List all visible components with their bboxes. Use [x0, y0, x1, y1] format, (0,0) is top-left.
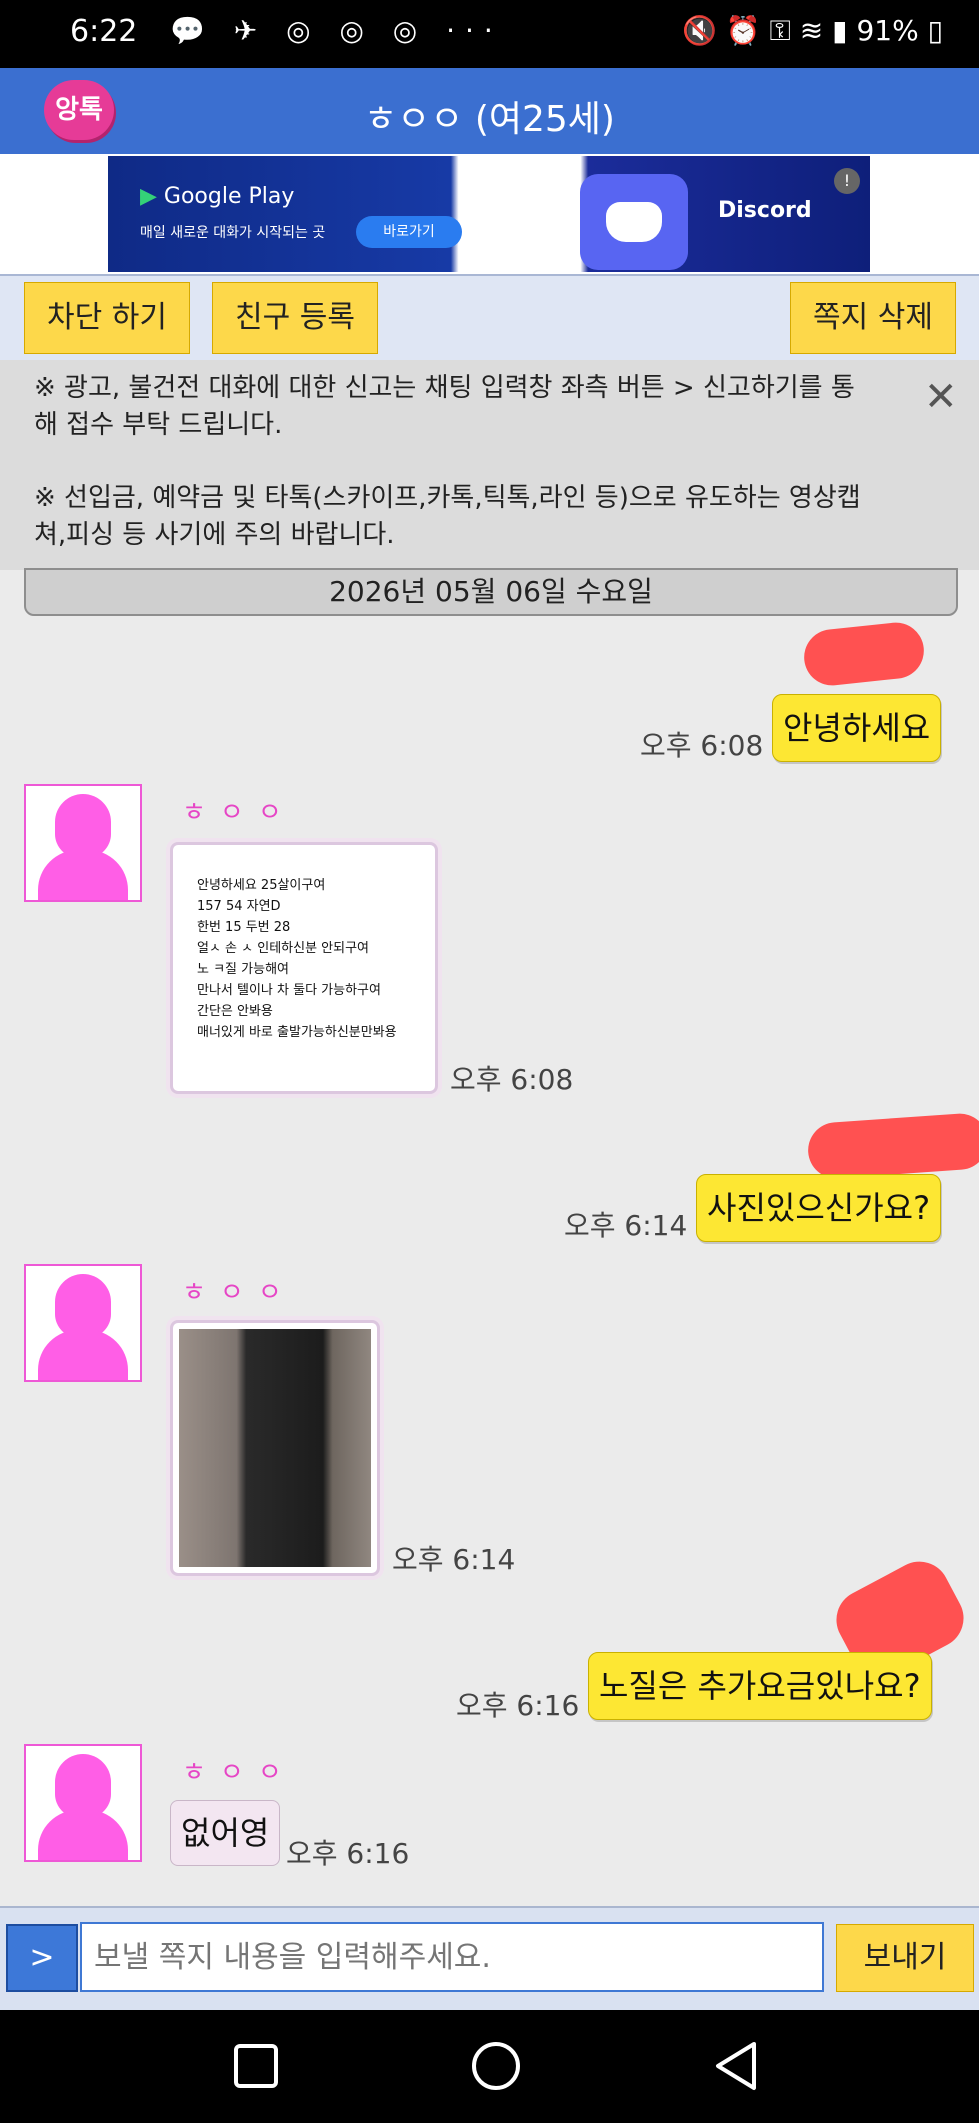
- avatar-body: [38, 1810, 128, 1860]
- home-icon[interactable]: [470, 2040, 522, 2092]
- avatar-head: [55, 1754, 111, 1818]
- menu-toggle-button[interactable]: >: [6, 1924, 78, 1992]
- ad-container: ▶ Google Play 매일 새로운 대화가 시작되는 곳 바로가기 Dis…: [0, 154, 979, 274]
- image-text: 안녕하세요 25살이구여 157 54 자연D 한번 15 두번 28 얼ㅅ 손…: [197, 878, 397, 1040]
- message-time: 오후 6:08: [640, 729, 764, 762]
- photo-image: [179, 1329, 371, 1567]
- date-divider: 2026년 05월 06일 수요일: [24, 568, 958, 616]
- key-icon: ⚿: [769, 14, 791, 47]
- partner-avatar[interactable]: [24, 1744, 142, 1862]
- partner-message-bubble: 없어영: [170, 1800, 281, 1866]
- my-message-bubble: 안녕하세요: [772, 694, 942, 762]
- my-message-bubble: 사진있으신가요?: [696, 1174, 942, 1242]
- mute-icon: 🔇: [681, 14, 717, 47]
- ad-cta-button[interactable]: 바로가기: [356, 216, 462, 248]
- redaction-scribble: [801, 619, 927, 689]
- ad-subtitle: 매일 새로운 대화가 시작되는 곳: [140, 225, 326, 241]
- my-message-bubble: 노질은 추가요금있나요?: [588, 1652, 932, 1720]
- status-right: 🔇 ⏰ ⚿ ≋ ▮ 91% ▯: [682, 14, 943, 48]
- delete-message-button[interactable]: 쪽지 삭제: [790, 282, 956, 354]
- message-time: 오후 6:16: [456, 1689, 580, 1722]
- system-nav-bar: [0, 2010, 979, 2123]
- discord-icon: [580, 174, 688, 270]
- battery-icon: ▯: [927, 14, 943, 47]
- close-icon[interactable]: ✕: [924, 374, 958, 420]
- notification-icons: 💬 ✈ ◎ ◎ ◎ ···: [170, 14, 503, 47]
- back-icon[interactable]: [710, 2040, 762, 2092]
- ad-banner[interactable]: ▶ Google Play 매일 새로운 대화가 시작되는 곳 바로가기 Dis…: [108, 156, 870, 272]
- message-input-bar: > 보내기: [0, 1906, 979, 2012]
- app-header: ㅎㅇㅇ (여25세) 앙톡: [0, 68, 979, 154]
- report-notice: ※ 광고, 불건전 대화에 대한 신고는 채팅 입력창 좌측 버튼 > 신고하기…: [34, 373, 855, 440]
- status-time: 6:22: [70, 14, 138, 49]
- redaction-scribble: [806, 1111, 979, 1181]
- scam-notice: ※ 선입금, 예약금 및 타톡(스카이프,카톡,틱톡,라인 등)으로 유도하는 …: [34, 483, 861, 550]
- message-input[interactable]: [80, 1922, 824, 1992]
- message-time: 오후 6:16: [286, 1837, 410, 1870]
- signal-icon: ▮: [832, 14, 848, 47]
- wifi-icon: ≋: [799, 14, 824, 47]
- ad-info-icon[interactable]: !: [834, 168, 860, 194]
- partner-nickname: ㅎㅇㅇ: [182, 1758, 296, 1788]
- ad-store-name: ▶ Google Play: [140, 184, 295, 209]
- warning-notice: ※ 광고, 불건전 대화에 대한 신고는 채팅 입력창 좌측 버튼 > 신고하기…: [0, 360, 979, 570]
- partner-avatar[interactable]: [24, 1264, 142, 1382]
- avatar-head: [55, 1274, 111, 1338]
- status-bar: 6:22 💬 ✈ ◎ ◎ ◎ ··· 🔇 ⏰ ⚿ ≋ ▮ 91% ▯: [0, 0, 979, 68]
- action-bar: 차단 하기 친구 등록 쪽지 삭제: [0, 274, 979, 362]
- photo-message[interactable]: [170, 1320, 380, 1576]
- message-time: 오후 6:14: [564, 1209, 688, 1242]
- partner-nickname: ㅎㅇㅇ: [182, 798, 296, 828]
- message-time: 오후 6:08: [450, 1063, 574, 1096]
- image-message[interactable]: 안녕하세요 25살이구여 157 54 자연D 한번 15 두번 28 얼ㅅ 손…: [170, 842, 438, 1094]
- partner-avatar[interactable]: [24, 784, 142, 902]
- avatar-body: [38, 1330, 128, 1380]
- chat-partner-title: ㅎㅇㅇ (여25세): [364, 99, 615, 140]
- avatar-head: [55, 794, 111, 858]
- alarm-icon: ⏰: [725, 14, 761, 47]
- recents-icon[interactable]: [230, 2040, 282, 2092]
- partner-nickname: ㅎㅇㅇ: [182, 1278, 296, 1308]
- send-button[interactable]: 보내기: [836, 1924, 974, 1992]
- ad-brand: Discord: [718, 198, 812, 223]
- message-time: 오후 6:14: [392, 1543, 516, 1576]
- discord-face-shape: [606, 202, 662, 242]
- avatar-body: [38, 850, 128, 900]
- add-friend-button[interactable]: 친구 등록: [212, 282, 378, 354]
- app-logo[interactable]: 앙톡: [44, 80, 114, 140]
- block-button[interactable]: 차단 하기: [24, 282, 190, 354]
- google-play-icon: ▶: [140, 184, 157, 209]
- battery-level: 91%: [856, 14, 919, 47]
